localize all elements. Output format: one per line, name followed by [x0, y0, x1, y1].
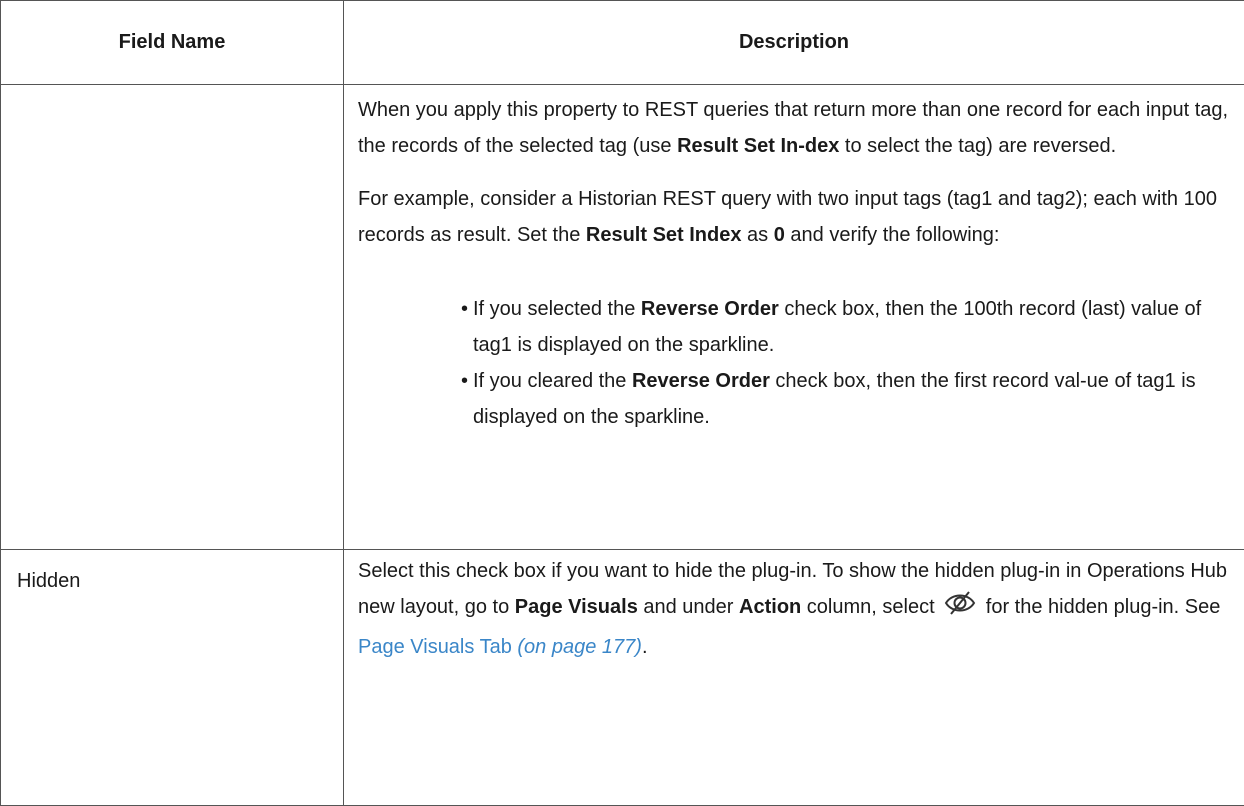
field-name-cell: Hidden	[1, 550, 344, 806]
text-run: If you selected the	[473, 298, 641, 320]
text-run: to select the tag) are reversed.	[839, 135, 1116, 157]
field-description-table: Field Name Description When you apply th…	[0, 0, 1244, 806]
list-item: •If you cleared the Reverse Order check …	[461, 363, 1230, 435]
description-paragraph: When you apply this property to REST que…	[358, 92, 1230, 164]
text-run: and under	[638, 596, 739, 618]
description-cell: Select this check box if you want to hid…	[344, 550, 1244, 806]
text-run: as	[742, 224, 774, 246]
bullet-icon: •	[461, 363, 468, 399]
bullet-list: •If you selected the Reverse Order check…	[358, 291, 1230, 435]
bold-term: Result Set In-dex	[677, 135, 839, 157]
example-paragraph: For example, consider a Historian REST q…	[358, 181, 1230, 253]
description-header: Description	[344, 1, 1244, 85]
link-text: Page Visuals Tab	[358, 636, 512, 658]
table-row: When you apply this property to REST que…	[1, 85, 1244, 550]
field-name-cell	[1, 85, 344, 550]
description-cell: When you apply this property to REST que…	[344, 85, 1244, 550]
link-page-ref: (on page 177)	[517, 636, 642, 658]
bold-term: Action	[739, 596, 801, 618]
bold-term: Result Set Index	[586, 224, 742, 246]
bold-term: Reverse Order	[641, 298, 779, 320]
text-run: .	[642, 636, 648, 658]
text-run: column, select	[801, 596, 940, 618]
text-run: If you cleared the	[473, 370, 632, 392]
text-run: for the hidden plug-in. See	[980, 596, 1220, 618]
page-visuals-tab-link[interactable]: Page Visuals Tab (on page 177)	[358, 636, 642, 658]
field-name-header: Field Name	[1, 1, 344, 85]
text-run: and verify the following:	[785, 224, 1000, 246]
bold-term: Reverse Order	[632, 370, 770, 392]
bold-term: Page Visuals	[515, 596, 638, 618]
list-item: •If you selected the Reverse Order check…	[461, 291, 1230, 363]
bullet-icon: •	[461, 291, 468, 327]
bold-term: 0	[774, 224, 785, 246]
eye-slash-icon	[944, 589, 976, 629]
table-row: Hidden Select this check box if you want…	[1, 550, 1244, 806]
table-header-row: Field Name Description	[1, 1, 1244, 85]
